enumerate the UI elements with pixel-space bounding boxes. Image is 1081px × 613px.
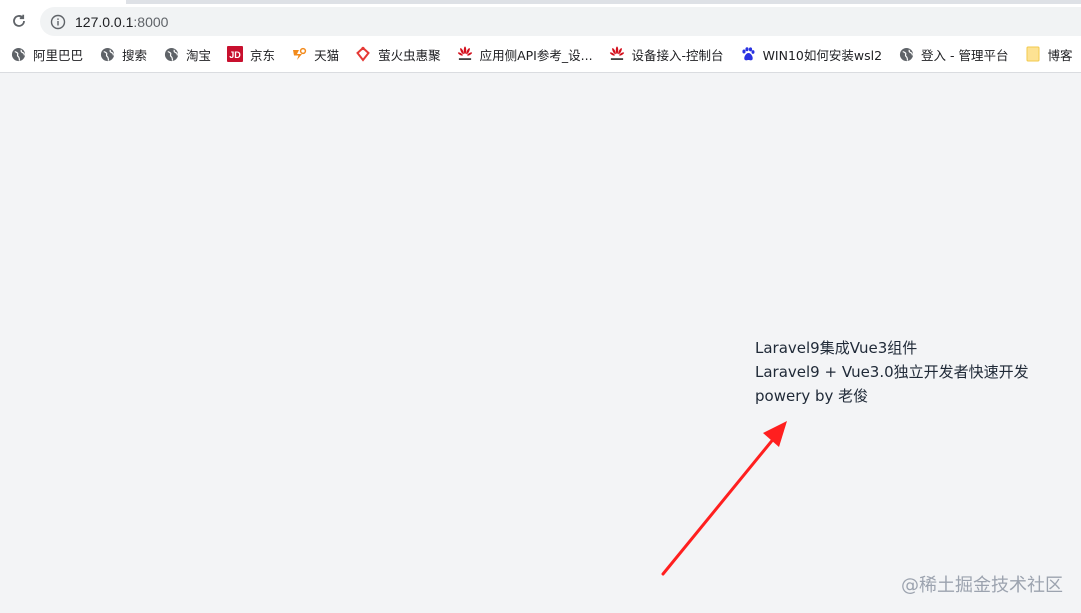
huawei-icon [457,46,473,62]
bookmark-folder-blog[interactable]: 博客 [1025,42,1073,66]
heading-line: Laravel9集成Vue3组件 [755,339,918,357]
active-tab-edge[interactable] [0,0,126,4]
bookmark-label: WIN10如何安装wsl2 [762,47,883,63]
bookmarks-bar: 阿里巴巴 搜索 淘宝 JD 京东 天猫 萤火虫惠聚 应用侧API参考_设... … [0,41,1081,67]
huawei-icon [609,46,625,62]
reload-icon[interactable] [8,10,30,32]
author-line: powery by 老俊 [755,387,869,405]
firefly-icon [355,46,371,62]
subtitle-line: Laravel9 + Vue3.0独立开发者快速开发 [755,363,1029,381]
bookmark-admin-login[interactable]: 登入 - 管理平台 [898,42,1009,66]
address-bar[interactable]: 127.0.0.1:8000 [40,7,1081,36]
globe-icon [898,46,914,62]
bookmark-label: 京东 [250,47,276,63]
bookmark-wsl2[interactable]: WIN10如何安装wsl2 [740,42,882,66]
browser-chrome: 127.0.0.1:8000 阿里巴巴 搜索 淘宝 JD 京东 天猫 萤火虫惠聚… [0,0,1081,73]
bookmark-huawei-api[interactable]: 应用侧API参考_设... [457,42,593,66]
bookmark-label: 阿里巴巴 [33,47,84,63]
bookmark-tmall[interactable]: 天猫 [291,42,339,66]
bookmark-label: 搜索 [122,47,148,63]
baidu-icon [740,46,756,62]
tmall-icon [291,46,307,62]
bookmark-label: 登入 - 管理平台 [921,47,1009,63]
info-icon[interactable] [50,14,66,30]
tab-strip [0,0,1081,4]
arrow-head [763,421,787,447]
bookmark-label: 萤火虫惠聚 [378,47,441,63]
bookmark-firefly[interactable]: 萤火虫惠聚 [355,42,441,66]
bookmark-taobao[interactable]: 淘宝 [163,42,211,66]
bookmark-jd[interactable]: JD 京东 [227,42,275,66]
bookmark-label: 博客 [1047,47,1073,63]
url-text: 127.0.0.1:8000 [75,14,168,30]
globe-icon [163,46,179,62]
watermark: @稀土掘金技术社区 [901,575,1063,596]
bookmark-label: 应用侧API参考_设... [479,47,593,63]
bookmark-label: 天猫 [314,47,340,63]
folder-icon [1025,46,1041,62]
url-host: 127.0.0.1 [75,13,134,30]
svg-text:JD: JD [229,50,241,60]
bookmark-label: 设备接入-控制台 [631,47,724,63]
bookmark-alibaba[interactable]: 阿里巴巴 [10,42,83,66]
globe-icon [10,46,26,62]
bookmark-device-console[interactable]: 设备接入-控制台 [609,42,724,66]
jd-icon: JD [227,46,244,62]
arrow-shaft [661,435,777,576]
bookmark-search[interactable]: 搜索 [99,42,147,66]
annotation-arrow [661,421,787,576]
page-content: Laravel9集成Vue3组件 Laravel9 + Vue3.0独立开发者快… [755,336,1029,408]
bookmark-label: 淘宝 [186,47,212,63]
globe-icon [99,46,115,62]
url-port: :8000 [133,13,169,30]
